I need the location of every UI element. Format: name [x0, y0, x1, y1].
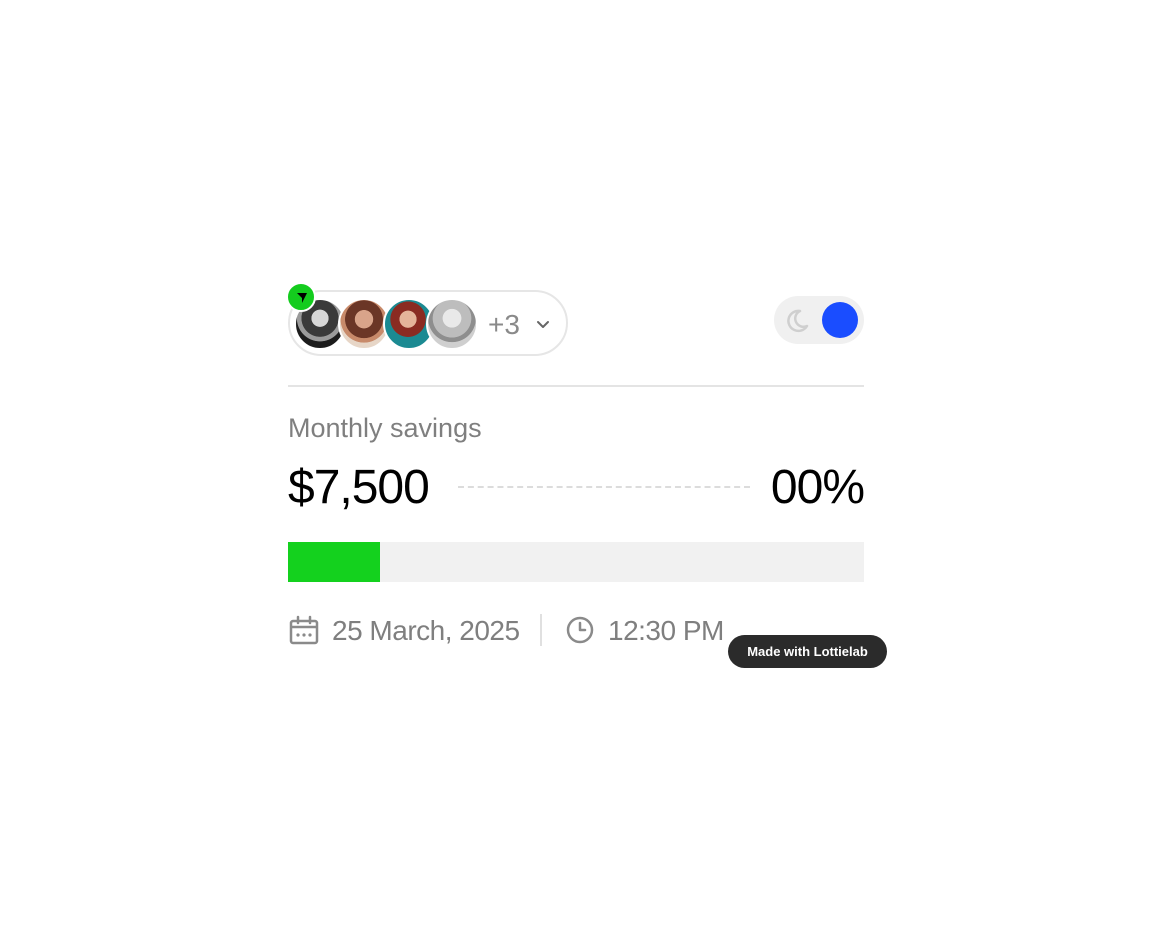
vertical-divider [540, 614, 542, 646]
toggle-knob[interactable] [822, 302, 858, 338]
user-avatar[interactable] [426, 298, 478, 350]
more-users-count[interactable]: +3 [488, 309, 520, 341]
savings-progress-bar [288, 542, 864, 582]
calendar-icon [289, 615, 319, 645]
savings-amount: $7,500 [288, 461, 430, 514]
theme-toggle[interactable] [774, 296, 864, 344]
divider [288, 385, 864, 387]
savings-title: Monthly savings [288, 413, 482, 443]
cursor-badge [286, 282, 316, 312]
cursor-arrow-icon [297, 293, 307, 303]
moon-icon [787, 309, 809, 333]
user-avatar-group[interactable]: +3 [288, 290, 568, 356]
chevron-down-icon[interactable] [535, 316, 551, 332]
made-with-lottielab-badge[interactable]: Made with Lottielab [728, 635, 887, 668]
clock-icon [566, 616, 594, 644]
dashed-separator [458, 486, 750, 488]
date-text: 25 March, 2025 [332, 615, 520, 646]
time-text: 12:30 PM [608, 615, 724, 646]
savings-percent: 00% [770, 461, 865, 514]
savings-progress-fill [288, 542, 381, 582]
